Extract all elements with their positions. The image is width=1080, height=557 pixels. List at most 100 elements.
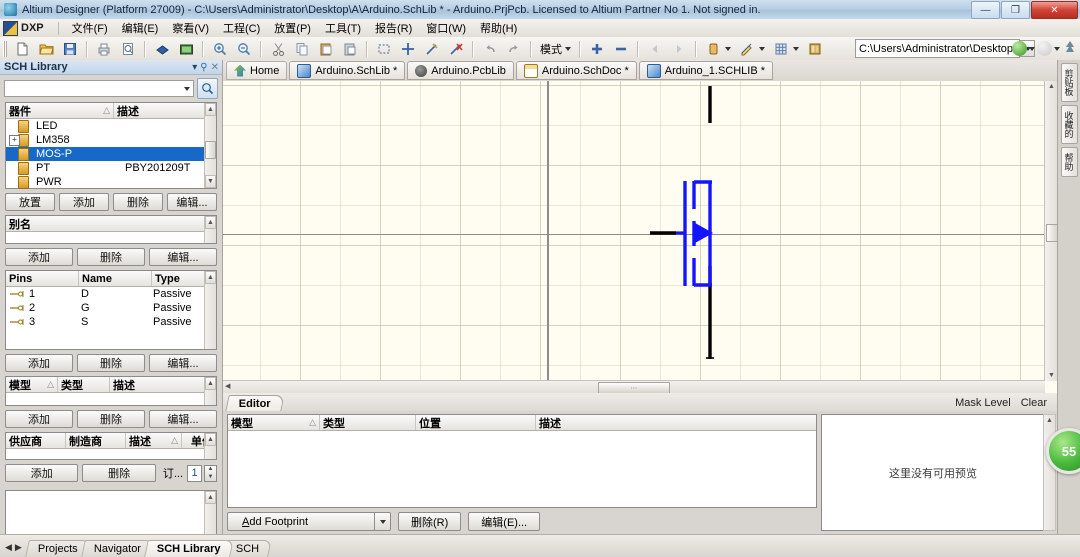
pin-delete-button[interactable]: 删除: [77, 354, 145, 372]
column-header-position[interactable]: 位置: [416, 415, 536, 430]
tab-arduino-schlib[interactable]: Arduino.SchLib *: [289, 61, 406, 80]
expander-icon[interactable]: +: [9, 135, 20, 146]
new-document-icon[interactable]: [11, 38, 33, 59]
stepper-up-icon[interactable]: ▲: [205, 466, 216, 474]
delete-button[interactable]: 删除: [113, 193, 163, 211]
column-header-type[interactable]: 类型: [320, 415, 416, 430]
components-grid[interactable]: 器件 △ 描述 LED + LM358 MOS-P PT PBY201209T …: [5, 102, 217, 189]
aliases-grid[interactable]: 别名△ ▲: [5, 215, 217, 244]
canvas-vertical-scrollbar[interactable]: ▲ ▼: [1044, 81, 1058, 381]
table-row-selected[interactable]: MOS-P: [6, 147, 216, 161]
grid-icon[interactable]: [770, 38, 792, 59]
copy-icon[interactable]: [291, 38, 313, 59]
models-grid[interactable]: 模型 △ 类型 描述 ▲: [5, 376, 217, 406]
table-row[interactable]: 2 G Passive: [6, 301, 216, 315]
back-icon[interactable]: [644, 38, 666, 59]
edit-button[interactable]: 编辑...: [167, 193, 217, 211]
components-scrollbar[interactable]: ▲ ▼: [204, 103, 216, 188]
tab-nav-next-icon[interactable]: ▶: [15, 542, 22, 553]
schematic-canvas[interactable]: [223, 81, 1045, 381]
detail-scrollbar[interactable]: ▲: [204, 491, 216, 539]
add-icon[interactable]: [586, 38, 608, 59]
alias-edit-button[interactable]: 编辑...: [149, 248, 217, 266]
component-icon[interactable]: [702, 38, 724, 59]
chevron-down-icon[interactable]: ▾: [192, 62, 197, 73]
vertical-tab-favorites[interactable]: 收藏的: [1060, 105, 1078, 144]
menu-item-project[interactable]: 工程(C): [216, 19, 267, 37]
print-preview-icon[interactable]: [117, 38, 139, 59]
column-header-description[interactable]: 描述: [114, 103, 216, 118]
tab-arduino-schdoc[interactable]: Arduino.SchDoc *: [515, 61, 637, 80]
remove-icon[interactable]: [610, 38, 632, 59]
column-header-description[interactable]: 描述: [536, 415, 816, 430]
deselect-all-icon[interactable]: [445, 38, 467, 59]
delete-footprint-button[interactable]: 删除(R): [398, 512, 462, 531]
aliases-scrollbar[interactable]: ▲: [204, 216, 216, 243]
undo-icon[interactable]: [479, 38, 501, 59]
column-header-pins[interactable]: Pins: [6, 271, 79, 286]
column-header-supplier[interactable]: 供应商: [6, 433, 66, 448]
menu-item-tools[interactable]: 工具(T): [318, 19, 368, 37]
edit-footprint-button[interactable]: 编辑(E)...: [468, 512, 541, 531]
print-icon[interactable]: [93, 38, 115, 59]
table-row[interactable]: + LM358: [6, 133, 216, 147]
model-delete-button[interactable]: 删除: [77, 410, 145, 428]
filter-input[interactable]: [4, 80, 194, 97]
mask-level-button[interactable]: Mask Level: [952, 397, 1014, 409]
scroll-up-icon[interactable]: ▲: [205, 103, 216, 116]
scroll-thumb[interactable]: [205, 141, 216, 159]
pins-scrollbar[interactable]: ▲: [204, 271, 216, 349]
scroll-up-icon[interactable]: ▲: [205, 216, 216, 229]
add-button[interactable]: 添加: [59, 193, 109, 211]
panel-tab-sch-library[interactable]: SCH Library: [143, 540, 234, 557]
place-button[interactable]: 放置: [5, 193, 55, 211]
path-input[interactable]: C:\Users\Administrator\Desktop: [855, 39, 1020, 58]
board-icon[interactable]: [151, 38, 173, 59]
alias-add-button[interactable]: 添加: [5, 248, 73, 266]
menu-item-window[interactable]: 窗口(W): [419, 19, 473, 37]
table-row[interactable]: PT PBY201209T: [6, 161, 216, 175]
alias-delete-button[interactable]: 删除: [77, 248, 145, 266]
tab-nav-arrows[interactable]: ◀ ▶: [0, 542, 27, 557]
stepper-down-icon[interactable]: ▼: [205, 473, 216, 481]
panel-tab-navigator[interactable]: Navigator: [80, 540, 154, 557]
open-folder-icon[interactable]: [35, 38, 57, 59]
menu-item-reports[interactable]: 报告(R): [368, 19, 419, 37]
column-header-alias[interactable]: 别名△: [6, 216, 216, 231]
column-header-model[interactable]: 模型 △: [228, 415, 320, 430]
paste-special-icon[interactable]: [339, 38, 361, 59]
suppliers-scrollbar[interactable]: ▲: [204, 433, 216, 459]
supplier-delete-button[interactable]: 删除: [82, 464, 156, 482]
draw-chevron-down-icon[interactable]: [759, 46, 765, 51]
mode-dropdown[interactable]: 模式: [536, 41, 575, 57]
table-row[interactable]: PWR: [6, 175, 216, 189]
mosfet-p-channel-symbol[interactable]: [223, 81, 1045, 381]
scroll-up-icon[interactable]: ▲: [205, 271, 216, 284]
model-edit-button[interactable]: 编辑...: [149, 410, 217, 428]
column-header-model-type[interactable]: 类型: [58, 377, 110, 392]
column-header-component[interactable]: 器件 △: [6, 103, 114, 118]
move-icon[interactable]: [397, 38, 419, 59]
column-header-model[interactable]: 模型 △: [6, 377, 58, 392]
zoom-in-icon[interactable]: [209, 38, 231, 59]
suppliers-grid[interactable]: 供应商 制造商 描述 △ 单价 ▲: [5, 432, 217, 460]
nav-back-chevron-down-icon[interactable]: [1029, 46, 1035, 51]
column-header-name[interactable]: Name: [79, 271, 152, 286]
tab-arduino-pcblib[interactable]: Arduino.PcbLib: [407, 61, 514, 80]
save-icon[interactable]: [59, 38, 81, 59]
nav-back-button[interactable]: [1012, 41, 1027, 56]
canvas-horizontal-scrollbar[interactable]: ◀ ⋯: [223, 380, 1045, 394]
grid-chevron-down-icon[interactable]: [793, 46, 799, 51]
order-qty-value[interactable]: 1: [187, 464, 203, 482]
select-area-icon[interactable]: [373, 38, 395, 59]
scroll-up-icon[interactable]: ▲: [1044, 415, 1055, 426]
pin-icon[interactable]: ⚲: [200, 62, 207, 73]
pin-edit-button[interactable]: 编辑...: [149, 354, 217, 372]
paste-icon[interactable]: [315, 38, 337, 59]
model-add-button[interactable]: 添加: [5, 410, 73, 428]
tab-editor[interactable]: Editor: [225, 395, 285, 411]
supplier-add-button[interactable]: 添加: [5, 464, 79, 482]
menu-item-place[interactable]: 放置(P): [267, 19, 318, 37]
vertical-tab-clipboard[interactable]: 剪贴板: [1060, 63, 1078, 102]
draw-icon[interactable]: [736, 38, 758, 59]
